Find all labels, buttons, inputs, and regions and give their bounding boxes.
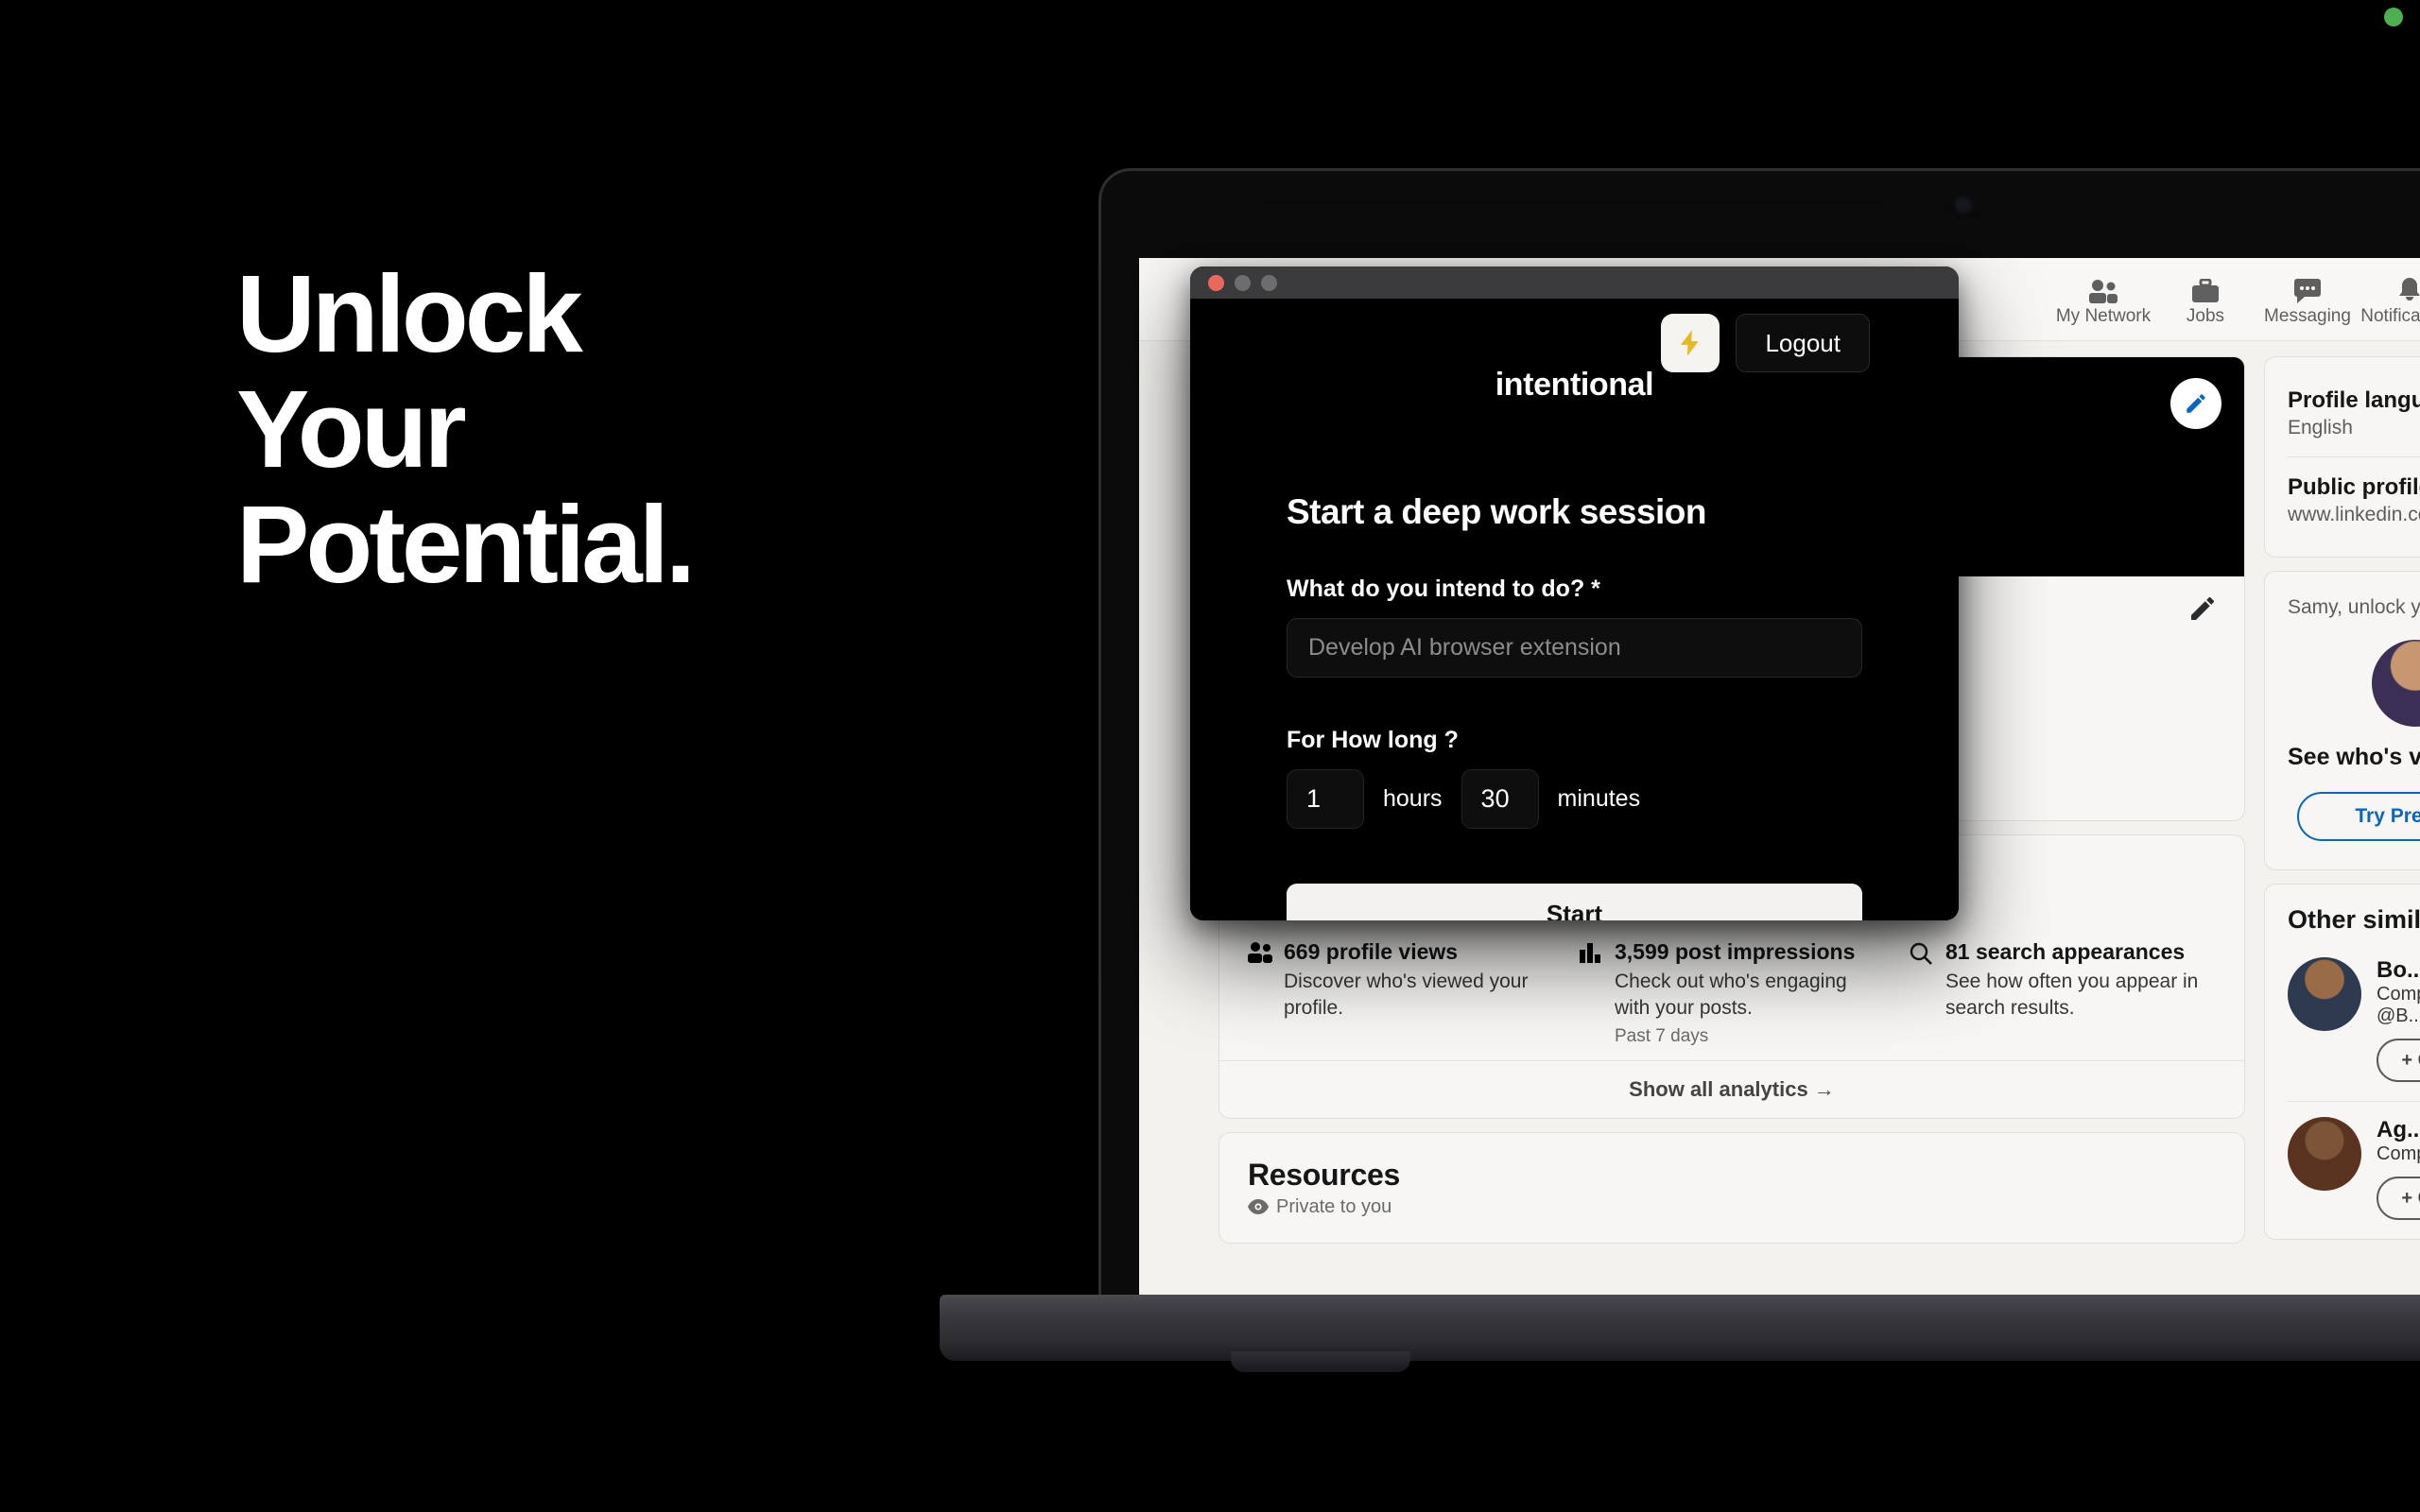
session-heading: Start a deep work session [1287, 492, 1707, 531]
resources-title: Resources [1248, 1157, 1400, 1192]
eye-icon [1248, 1199, 1269, 1215]
briefcase-icon [2191, 271, 2220, 303]
nav-item-my-network[interactable]: My Network [2052, 271, 2154, 327]
similar-profiles-card: Other similar profiles Bo... · 1st Compu… [2264, 884, 2420, 1240]
search-icon [1910, 939, 1934, 1047]
hero-line-2: Your [236, 367, 467, 490]
pencil-icon [2191, 596, 2214, 620]
hero-line-1: Unlock [236, 252, 583, 375]
metric-title: 669 profile views [1284, 939, 1459, 964]
similar-desc: Computer Engineer [2377, 1143, 2420, 1164]
people-icon [2088, 271, 2118, 303]
hero-headline: Unlock Your Potential. [236, 252, 696, 606]
nav-label-my-network: My Network [2055, 306, 2152, 326]
recording-status-dot [2384, 8, 2403, 26]
metric-search-appearances[interactable]: 81 search appearances See how often you … [1910, 939, 2216, 1047]
nav-item-messaging[interactable]: Messaging [2256, 271, 2359, 327]
nav-label-jobs: Jobs [2186, 306, 2225, 326]
lightning-bolt-icon[interactable] [1661, 314, 1720, 372]
show-all-analytics-link[interactable]: Show all analytics → [1219, 1059, 2244, 1118]
laptop-hinge-notch [1231, 1351, 1410, 1372]
metric-post-impressions[interactable]: 3,599 post impressions Check out who's e… [1579, 939, 1885, 1047]
close-icon[interactable] [1208, 274, 1224, 291]
resources-privacy-label: Private to you [1276, 1195, 1392, 1217]
resources-header: Resources Private to you [1219, 1133, 2244, 1243]
similar-desc: Computer Science Student [2377, 984, 2420, 1005]
nav-label-messaging: Messaging [2264, 306, 2351, 326]
app-header-actions: Logout [1661, 314, 1870, 372]
list-item[interactable]: Ag... · 2nd Computer Engineer + Connect [2265, 1102, 2420, 1239]
list-item[interactable]: Bo... · 1st Computer Science Student @B.… [2265, 942, 2420, 1101]
logout-button[interactable]: Logout [1736, 314, 1870, 372]
setting-label: Public profile & URL [2288, 474, 2420, 500]
connect-button[interactable]: + Connect [2377, 1039, 2420, 1082]
similar-name: Ag... [2377, 1117, 2420, 1143]
similar-profiles-title: Other similar profiles [2288, 905, 2420, 934]
message-bubble-icon [2292, 271, 2323, 303]
window-titlebar[interactable] [1190, 266, 1959, 299]
avatar [2372, 640, 2420, 727]
duration-field-label: For How long ? [1287, 727, 1459, 753]
premium-promo-card: Samy, unlock your full potential See who… [2264, 571, 2420, 870]
promo-cta-text: See who's viewed your profile [2288, 744, 2420, 770]
duration-row: 1 hours 30 minutes [1287, 769, 1862, 829]
avatar [2288, 957, 2361, 1031]
start-button[interactable]: Start [1287, 884, 1862, 920]
webcam-icon [1958, 199, 1969, 211]
similar-handle: @B... [2377, 1005, 2420, 1026]
app-content: Logout intentional Start a deep work ses… [1190, 299, 1959, 920]
metric-sub: Past 7 days [1615, 1025, 1709, 1046]
metric-title: 3,599 post impressions [1615, 939, 1856, 964]
intent-field-label: What do you intend to do? * [1287, 576, 1600, 602]
hours-unit-label: hours [1383, 785, 1443, 812]
connect-button[interactable]: + Connect [2377, 1177, 2420, 1220]
hours-input[interactable]: 1 [1287, 769, 1364, 829]
minimize-icon[interactable] [1235, 274, 1251, 291]
similar-name: Bo... [2377, 957, 2420, 983]
metric-title: 81 search appearances [1945, 939, 2186, 964]
avatar [2288, 1117, 2361, 1191]
right-sidebar: Profile language English Public profile … [2264, 356, 2420, 1295]
metric-desc: See how often you appear in search resul… [1945, 971, 2199, 1020]
promo-subtitle: Samy, unlock your full potential [2288, 596, 2420, 618]
laptop-base [940, 1295, 2420, 1361]
pencil-icon [2187, 394, 2205, 413]
setting-value: English [2288, 417, 2353, 438]
bell-icon [2396, 271, 2420, 303]
setting-label: Profile language [2288, 387, 2420, 413]
profile-settings-card: Profile language English Public profile … [2264, 356, 2420, 558]
metric-profile-views[interactable]: 669 profile views Discover who's viewed … [1248, 939, 1554, 1047]
people-icon [1248, 939, 1272, 1047]
metric-desc: Discover who's viewed your profile. [1284, 971, 1529, 1020]
setting-public-profile-url[interactable]: Public profile & URL www.linkedin.com/in… [2288, 463, 2420, 538]
maximize-icon[interactable] [1261, 274, 1277, 291]
profile-edit-button[interactable] [2187, 593, 2218, 628]
nav-label-notifications: Notifications [2360, 306, 2420, 326]
minutes-unit-label: minutes [1557, 785, 1641, 812]
analytics-metrics: 669 profile views Discover who's viewed … [1219, 922, 2244, 1060]
intent-input[interactable]: Develop AI browser extension [1287, 618, 1862, 678]
resources-privacy: Private to you [1248, 1196, 2216, 1218]
setting-profile-language[interactable]: Profile language English [2288, 376, 2420, 451]
minutes-input[interactable]: 30 [1461, 769, 1539, 829]
metric-desc: Check out who's engaging with your posts… [1615, 971, 1847, 1020]
hero-line-3: Potential. [236, 482, 696, 606]
resources-card: Resources Private to you [1219, 1131, 2245, 1244]
nav-item-notifications[interactable]: Notifications [2359, 271, 2420, 327]
try-premium-button[interactable]: Try Premium [2297, 792, 2420, 841]
setting-value: www.linkedin.com/in/... [2288, 504, 2420, 525]
banner-edit-button[interactable] [2170, 378, 2221, 429]
divider [2288, 456, 2420, 457]
bar-chart-icon [1579, 939, 1603, 1047]
nav-item-jobs[interactable]: Jobs [2154, 271, 2256, 327]
intentional-app-window: Logout intentional Start a deep work ses… [1190, 266, 1959, 920]
page-root: Unlock Your Potential. My Network Jobs M… [0, 0, 2420, 1512]
